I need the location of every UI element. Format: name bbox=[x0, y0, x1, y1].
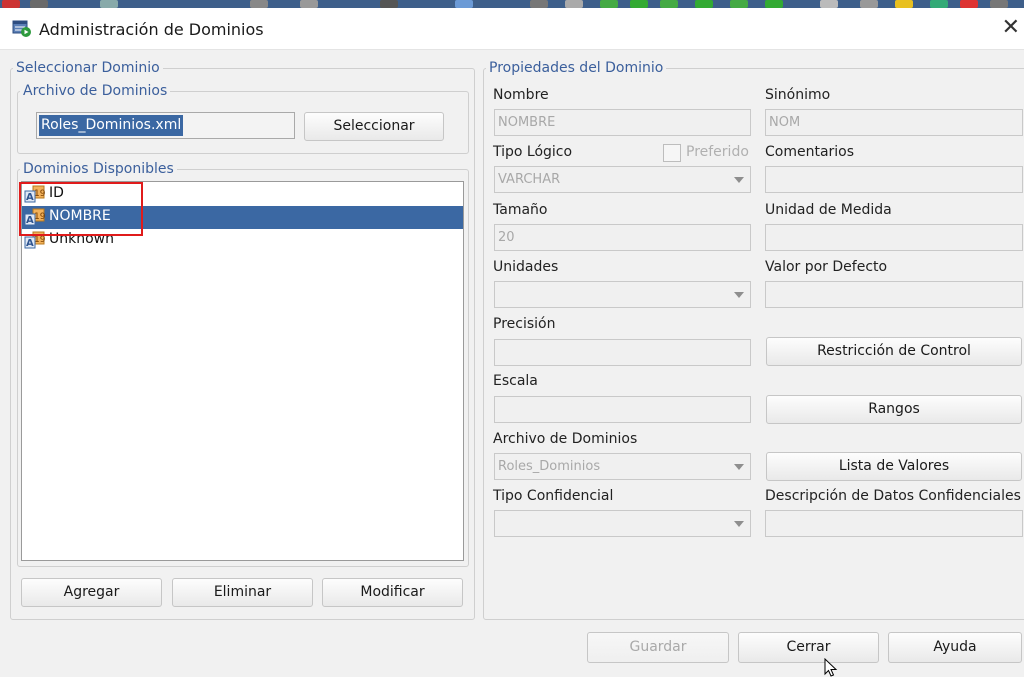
confidential-type-label: Tipo Confidencial bbox=[493, 488, 614, 504]
logical-type-value: VARCHAR bbox=[498, 172, 561, 187]
save-button[interactable]: Guardar bbox=[587, 632, 729, 663]
default-value-label: Valor por Defecto bbox=[765, 259, 888, 275]
help-button[interactable]: Ayuda bbox=[888, 632, 1022, 663]
units-select[interactable] bbox=[494, 281, 751, 308]
check-constraint-button[interactable]: Restricción de Control bbox=[766, 337, 1022, 366]
scale-label: Escala bbox=[493, 373, 538, 389]
domain-properties-title: Propiedades del Dominio bbox=[489, 60, 664, 76]
synonym-field[interactable]: NOM bbox=[765, 109, 1023, 136]
preferred-checkbox[interactable] bbox=[663, 144, 681, 162]
mouse-pointer-icon bbox=[824, 658, 838, 677]
unit-of-measure-field[interactable] bbox=[765, 224, 1023, 251]
confidential-type-select[interactable] bbox=[494, 510, 751, 537]
confidential-description-label: Descripción de Datos Confidenciales bbox=[765, 488, 1021, 504]
close-icon[interactable]: ✕ bbox=[1002, 16, 1020, 40]
chevron-down-icon bbox=[734, 292, 744, 298]
scale-field[interactable] bbox=[494, 396, 751, 423]
chevron-down-icon bbox=[734, 521, 744, 527]
confidential-description-field[interactable] bbox=[765, 510, 1023, 537]
preferred-label: Preferido bbox=[686, 144, 749, 160]
domain-file-select-value: Roles_Dominios bbox=[498, 459, 601, 474]
delete-button[interactable]: Eliminar bbox=[172, 578, 313, 607]
logical-type-select[interactable]: VARCHAR bbox=[494, 166, 751, 193]
svg-text:A: A bbox=[26, 238, 34, 249]
available-domains-title: Dominios Disponibles bbox=[23, 161, 174, 177]
size-field[interactable]: 20 bbox=[494, 224, 751, 251]
dialog-title: Administración de Dominios bbox=[39, 20, 264, 39]
value-list-button[interactable]: Lista de Valores bbox=[766, 452, 1022, 481]
domain-file-title: Archivo de Dominios bbox=[23, 83, 168, 99]
add-button[interactable]: Agregar bbox=[21, 578, 162, 607]
select-file-button[interactable]: Seleccionar bbox=[304, 112, 444, 141]
logical-type-label: Tipo Lógico bbox=[493, 144, 573, 160]
close-button[interactable]: Cerrar bbox=[738, 632, 879, 663]
svg-text:19: 19 bbox=[34, 235, 46, 245]
precision-field[interactable] bbox=[494, 339, 751, 366]
name-field[interactable]: NOMBRE bbox=[494, 109, 751, 136]
domain-admin-icon bbox=[12, 20, 31, 37]
domain-file-value: Roles_Dominios.xml bbox=[39, 115, 184, 136]
chevron-down-icon bbox=[734, 464, 744, 470]
domain-file-field[interactable]: Roles_Dominios.xml bbox=[36, 112, 295, 139]
background-toolbar-strip bbox=[0, 0, 1024, 8]
comments-label: Comentarios bbox=[765, 144, 855, 160]
comments-field[interactable] bbox=[765, 166, 1023, 193]
domain-list[interactable]: 19 A ID 19 A NOMBRE 19 A Unknown bbox=[21, 181, 464, 561]
modify-button[interactable]: Modificar bbox=[322, 578, 463, 607]
unit-of-measure-label: Unidad de Medida bbox=[765, 202, 892, 218]
annotation-highlight-box bbox=[19, 182, 143, 236]
ranges-button[interactable]: Rangos bbox=[766, 395, 1022, 424]
size-label: Tamaño bbox=[493, 202, 548, 218]
precision-label: Precisión bbox=[493, 316, 556, 332]
domain-file-label: Archivo de Dominios bbox=[493, 431, 638, 447]
units-label: Unidades bbox=[493, 259, 559, 275]
chevron-down-icon bbox=[734, 177, 744, 183]
dialog-title-bar: Administración de Dominios ✕ bbox=[0, 8, 1024, 50]
domain-file-select[interactable]: Roles_Dominios bbox=[494, 453, 751, 480]
synonym-label: Sinónimo bbox=[765, 87, 831, 103]
default-value-field[interactable] bbox=[765, 281, 1023, 308]
select-domain-title: Seleccionar Dominio bbox=[16, 60, 160, 76]
name-label: Nombre bbox=[493, 87, 549, 103]
